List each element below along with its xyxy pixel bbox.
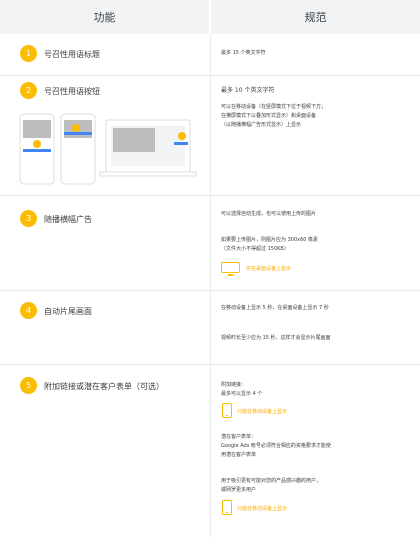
- table-header: 功能 规范: [0, 0, 420, 34]
- spec-text: 用潜在客户表单: [221, 452, 257, 458]
- spec-table: 功能 规范 1 号召性用语标题 最多 15 个英文字符 2 号召性用语按钮 最多…: [0, 0, 420, 538]
- spec-text: 可以在移动设备（在竖屏模式下位于视频下方；: [221, 104, 327, 110]
- phone-icon: [222, 403, 232, 418]
- spec-text: 在移动设备上显示 5 秒，在桌面设备上显示 7 秒: [221, 305, 329, 311]
- spec-text: （以随播横幅广告形式显示）上显示: [221, 122, 302, 128]
- mobile-only-note: 只能在移动设备上显示: [237, 409, 288, 415]
- feature-title: 随播横幅广告: [44, 215, 92, 224]
- step-number: 2: [20, 82, 37, 99]
- step-number: 5: [20, 377, 37, 394]
- desktop-only-note: 仅在桌面设备上显示: [246, 266, 292, 272]
- column-divider: [210, 34, 211, 538]
- header-feature: 功能: [0, 0, 209, 34]
- device-illustration: [19, 113, 197, 185]
- spec-text: 可以选择自动生成，也可以使用上传的图片: [221, 211, 317, 217]
- row-divider: [0, 364, 420, 365]
- spec-text: 潜在客户表单：: [221, 434, 257, 440]
- step-number: 4: [20, 302, 37, 319]
- feature-title: 号召性用语标题: [44, 50, 100, 59]
- step-number: 3: [20, 210, 37, 227]
- header-spec: 规范: [211, 0, 420, 34]
- spec-text: 最多 10 个英文字符: [221, 87, 275, 94]
- spec-text: 最多可以显示 4 个: [221, 391, 263, 397]
- feature-title: 自动片尾画面: [44, 307, 92, 316]
- phone-icon: [222, 500, 232, 515]
- row-divider: [0, 290, 420, 291]
- spec-text: 最多 15 个英文字符: [221, 50, 266, 56]
- feature-title: 附加链接或潜在客户表单（可选）: [44, 382, 164, 391]
- spec-text: （文件大小不得超过 150KB）: [221, 246, 289, 252]
- spec-text: 如果要上传图片，则图片应为 300x60 像素: [221, 237, 319, 243]
- row-divider: [0, 75, 420, 76]
- mobile-only-note: 只能在移动设备上显示: [237, 506, 288, 512]
- spec-text: Google Ads 帐号必须符合相应的资格要求才能使: [221, 443, 331, 449]
- monitor-icon: [221, 262, 240, 276]
- step-number: 1: [20, 45, 37, 62]
- spec-text: 附加链接：: [221, 382, 247, 388]
- spec-text: 在横屏模式下以叠加形式显示）和桌面设备: [221, 113, 317, 119]
- feature-title: 号召性用语按钮: [44, 87, 100, 96]
- spec-text: 用于吸引更有可能对您的产品感兴趣的用户，: [221, 478, 322, 484]
- row-divider: [0, 195, 420, 196]
- spec-text: 视频时长至少应为 15 秒，这样才会显示片尾画面: [221, 335, 331, 341]
- spec-text: 或网罗更多用户: [221, 487, 257, 493]
